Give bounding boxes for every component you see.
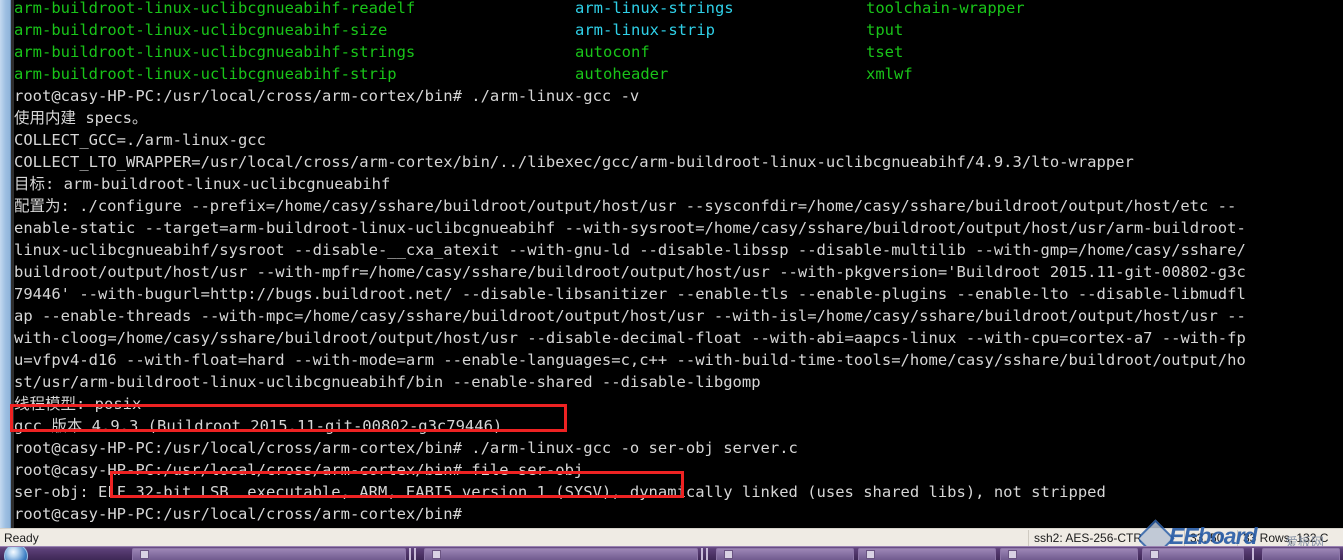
terminal-line: u=vfpv4-d16 --with-float=hard --with-mod…: [14, 351, 1246, 369]
terminal-line: 目标: arm-buildroot-linux-uclibcgnueabihf: [14, 175, 391, 193]
terminal-line: COLLECT_GCC=./arm-linux-gcc: [14, 131, 266, 149]
terminal-line: COLLECT_LTO_WRAPPER=/usr/local/cross/arm…: [14, 153, 1134, 171]
taskbar-item-1[interactable]: [132, 548, 406, 560]
terminal-line: 使用内建 specs。: [14, 109, 148, 127]
taskbar-item-2-icon: [432, 550, 441, 559]
terminal-list-item: tput: [866, 21, 904, 39]
terminal-line: root@casy-HP-PC:/usr/local/cross/arm-cor…: [14, 505, 462, 523]
window-left-edge-gradient: [0, 0, 10, 528]
status-separator-2: [1184, 530, 1185, 546]
status-separator-1: [1028, 530, 1029, 546]
taskbar-item-4[interactable]: [858, 548, 996, 560]
terminal-list-item: arm-buildroot-linux-uclibcgnueabihf-stri…: [14, 43, 416, 61]
screen-root: root@casy-HP-PC:/usr/local/cross/arm-cor…: [0, 0, 1343, 560]
terminal-list-item: arm-buildroot-linux-uclibcgnueabihf-size: [14, 21, 388, 39]
terminal-list-item: autoheader: [575, 65, 669, 83]
terminal-screen[interactable]: root@casy-HP-PC:/usr/local/cross/arm-cor…: [14, 0, 1343, 528]
taskbar-tray[interactable]: [1262, 548, 1340, 560]
taskbar-item-3[interactable]: [716, 548, 854, 560]
status-cursor-position: 33, 50: [1190, 531, 1224, 545]
terminal-list-item: autoconf: [575, 43, 650, 61]
terminal-line: with-cloog=/home/casy/sshare/buildroot/o…: [14, 329, 1246, 347]
terminal-line: root@casy-HP-PC:/usr/local/cross/arm-cor…: [14, 439, 798, 457]
terminal-list-item: arm-buildroot-linux-uclibcgnueabihf-read…: [14, 0, 416, 17]
terminal-list-item: xmlwf: [866, 65, 913, 83]
terminal-list-item: arm-linux-strings: [575, 0, 734, 17]
taskbar-divider-4: [706, 548, 708, 560]
taskbar-item-2[interactable]: [424, 548, 698, 560]
terminal-line: root@casy-HP-PC:/usr/local/cross/arm-cor…: [14, 461, 584, 479]
window-left-edge: [0, 0, 11, 528]
status-encryption-label: ssh2: AES-256-CTR: [1034, 531, 1143, 545]
terminal-line: linux-uclibcgnueabihf/sysroot --disable-…: [14, 241, 1246, 259]
taskbar-item-5-icon: [1008, 550, 1017, 559]
terminal-line: st/usr/arm-buildroot-linux-uclibcgnueabi…: [14, 373, 761, 391]
terminal-line: root@casy-HP-PC:/usr/local/cross/arm-cor…: [14, 87, 640, 105]
terminal-line: 配置为: ./configure --prefix=/home/casy/ssh…: [14, 197, 1237, 215]
status-separator-3: [1237, 530, 1238, 546]
taskbar-divider-1: [409, 548, 411, 560]
windows-taskbar[interactable]: [0, 546, 1343, 560]
terminal-line: enable-static --target=arm-buildroot-lin…: [14, 219, 1246, 237]
taskbar-divider-2: [414, 548, 416, 560]
start-button-icon[interactable]: [4, 547, 28, 560]
terminal-list-item: arm-buildroot-linux-uclibcgnueabihf-stri…: [14, 65, 397, 83]
status-dimensions: 33 Rows, 132 C: [1243, 531, 1329, 545]
terminal-line: ap --enable-threads --with-mpc=/home/cas…: [14, 307, 1246, 325]
terminal-line: gcc 版本 4.9.3 (Buildroot 2015.11-git-0080…: [14, 417, 503, 435]
status-ready-label: Ready: [4, 531, 39, 545]
taskbar-item-6-icon: [1150, 550, 1159, 559]
terminal-line: 线程模型: posix: [14, 395, 142, 413]
taskbar-item-4-icon: [866, 550, 875, 559]
terminal-line: buildroot/output/host/usr --with-mpfr=/h…: [14, 263, 1246, 281]
terminal-list-item: tset: [866, 43, 904, 61]
terminal-list-item: arm-linux-strip: [575, 21, 715, 39]
taskbar-divider-3: [701, 548, 703, 560]
terminal-line: 79446' --with-bugurl=http://bugs.buildro…: [14, 285, 1246, 303]
taskbar-item-3-icon: [724, 550, 733, 559]
terminal-line: ser-obj: ELF 32-bit LSB executable, ARM,…: [14, 483, 1106, 501]
taskbar-divider-5: [1252, 548, 1254, 560]
status-bar: Ready ssh2: AES-256-CTR 33, 50 33 Rows, …: [0, 528, 1343, 547]
taskbar-item-1-icon: [140, 550, 149, 559]
terminal-window: root@casy-HP-PC:/usr/local/cross/arm-cor…: [0, 0, 1343, 528]
taskbar-item-5[interactable]: [1000, 548, 1138, 560]
terminal-list-item: toolchain-wrapper: [866, 0, 1025, 17]
